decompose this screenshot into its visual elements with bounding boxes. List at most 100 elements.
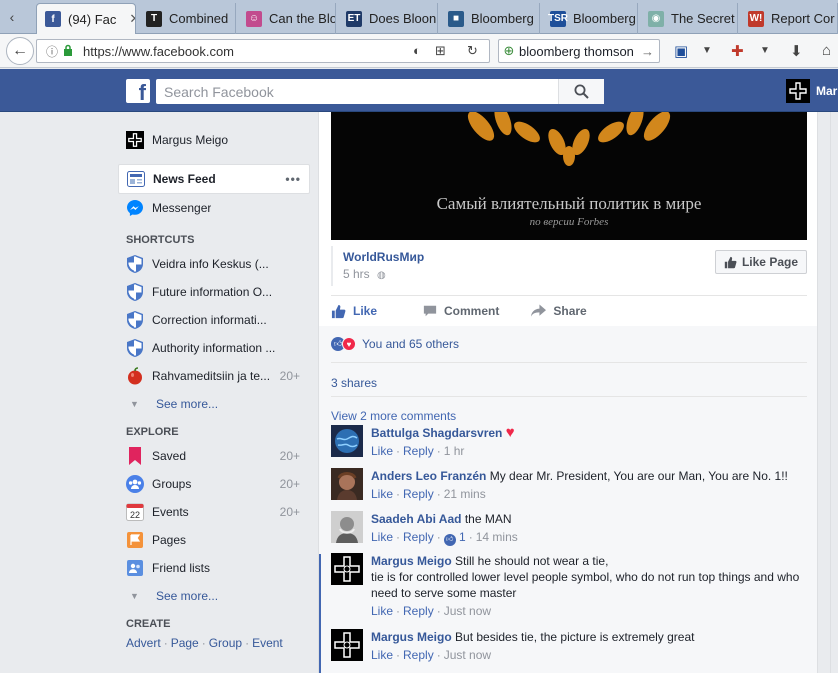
sidebar-item-shortcut[interactable]: Future information O... — [118, 278, 310, 306]
sidebar-item-groups[interactable]: Groups 20+ — [118, 470, 310, 498]
share-label: Share — [553, 304, 587, 318]
comment-time[interactable]: 1 hr — [444, 444, 465, 458]
see-more-shortcuts[interactable]: ▼ See more... — [118, 390, 310, 418]
sidebar-item-news-feed[interactable]: News Feed ••• — [118, 164, 310, 194]
sidebar-item-shortcut[interactable]: Authority information ... — [118, 334, 310, 362]
browser-tab[interactable]: ◉ The Secret — [640, 3, 738, 34]
sidebar-item-events[interactable]: 22 Events 20+ — [118, 498, 310, 526]
post-image[interactable]: Самый влиятельный политик в мире по верс… — [331, 112, 807, 240]
comment-like-link[interactable]: Like — [371, 604, 393, 618]
comment-like-link[interactable]: Like — [371, 648, 393, 662]
comment-reply-link[interactable]: Reply — [403, 530, 434, 544]
sidebar-item-pages[interactable]: Pages — [118, 526, 310, 554]
shares-count[interactable]: 3 shares — [331, 376, 377, 390]
avatar — [126, 131, 144, 149]
like-page-button[interactable]: Like Page — [714, 250, 807, 274]
browser-tab[interactable]: ■ Bloomberg — [440, 3, 540, 34]
left-sidebar: Margus Meigo News Feed ••• Messenger SHO… — [118, 120, 310, 652]
chevron-down-icon[interactable]: ▼ — [760, 45, 770, 56]
avatar[interactable] — [331, 511, 363, 543]
download-icon[interactable]: ⬇ — [790, 42, 803, 60]
comment-like-count[interactable]: 1 — [459, 530, 466, 544]
create-group-link[interactable]: Group — [209, 636, 242, 650]
divider — [331, 362, 807, 363]
create-event-link[interactable]: Event — [252, 636, 283, 650]
comment-time[interactable]: Just now — [444, 604, 491, 618]
sidebar-item-shortcut[interactable]: Correction informati... — [118, 306, 310, 334]
url-text[interactable]: https://www.facebook.com — [83, 44, 234, 59]
avatar[interactable] — [331, 425, 363, 457]
comment-author[interactable]: Anders Leo Franzén — [371, 469, 486, 483]
comment-author[interactable]: Battulga Shagdarsvren — [371, 426, 502, 440]
browser-search-bar[interactable]: ⊕ bloomberg thomson → — [498, 39, 660, 63]
chevron-down-icon: ▼ — [130, 591, 139, 601]
post-time[interactable]: 5 hrs ◍ — [343, 267, 386, 281]
comment-like-link[interactable]: Like — [371, 487, 393, 501]
sidebar-item-saved[interactable]: Saved 20+ — [118, 442, 310, 470]
profile-name-short: Mar — [816, 84, 838, 98]
comment-reply-link[interactable]: Reply — [403, 648, 434, 662]
comment-reply-link[interactable]: Reply — [403, 487, 434, 501]
sidebar-profile[interactable]: Margus Meigo — [118, 126, 310, 154]
comment-author[interactable]: Margus Meigo — [371, 630, 452, 644]
comment-time[interactable]: 14 mins — [476, 530, 518, 544]
search-button[interactable] — [558, 79, 604, 104]
comment-reply-link[interactable]: Reply — [403, 444, 434, 458]
reload-icon[interactable]: ↻ — [467, 43, 478, 59]
avatar[interactable] — [331, 468, 363, 500]
comment-author[interactable]: Saadeh Abi Aad — [371, 512, 461, 526]
view-more-comments-link[interactable]: View 2 more comments — [331, 409, 456, 423]
facebook-search-input[interactable] — [156, 79, 556, 104]
comment-meta: Like · Reply · Just now — [371, 604, 492, 618]
comment-time[interactable]: Just now — [444, 648, 491, 662]
comment-time[interactable]: 21 mins — [444, 487, 486, 501]
browser-tab[interactable]: f (94) Fac ✕ — [36, 3, 136, 34]
home-icon[interactable]: ⌂ — [822, 42, 831, 59]
profile-link[interactable]: Mar — [786, 79, 837, 103]
shield-icon — [126, 339, 144, 357]
sidebar-item-shortcut[interactable]: Rahvameditsiin ja te... 20+ — [118, 362, 310, 390]
facebook-logo-icon[interactable]: f — [126, 79, 150, 105]
flag-icon — [126, 531, 144, 549]
sidebar-item-messenger[interactable]: Messenger — [118, 194, 310, 222]
reactions-text: You and 65 others — [362, 337, 459, 351]
comment-like-link[interactable]: Like — [371, 530, 393, 544]
close-icon[interactable]: ✕ — [129, 11, 135, 27]
more-options-icon[interactable]: ••• — [285, 172, 301, 186]
source-page-link[interactable]: WorldRusМир — [343, 250, 424, 264]
comment-button[interactable]: Comment — [423, 304, 499, 318]
comment-author[interactable]: Margus Meigo — [371, 554, 452, 568]
save-icon[interactable]: ▣ — [674, 42, 688, 60]
reactions-summary[interactable]: 👍︎ ♥ You and 65 others — [331, 337, 459, 351]
see-more-explore[interactable]: ▼ See more... — [118, 582, 310, 610]
browser-tab[interactable]: T Combined — [138, 3, 236, 34]
search-engine-icon[interactable]: ⊕ — [499, 43, 519, 59]
tracking-icon[interactable]: ◐ — [413, 43, 421, 58]
browser-tab[interactable]: ☺ Can the Blo — [238, 3, 336, 34]
avatar[interactable] — [331, 553, 363, 585]
browser-tab[interactable]: W! Report Cor — [740, 3, 838, 34]
address-bar[interactable]: ⓘ https://www.facebook.com ◐ ⊞ ↻ — [36, 39, 490, 63]
info-icon[interactable]: ⓘ — [43, 43, 61, 60]
sidebar-item-shortcut[interactable]: Veidra info Keskus (... — [118, 250, 310, 278]
like-button[interactable]: Like — [331, 304, 377, 319]
comment-like-link[interactable]: Like — [371, 444, 393, 458]
first-aid-icon[interactable]: ✚ — [731, 42, 744, 60]
comment-body: Battulga Shagdarsvren ♥ Like · Reply · 1 hr — [371, 425, 801, 459]
search-value[interactable]: bloomberg thomson — [519, 44, 634, 59]
create-advert-link[interactable]: Advert — [126, 636, 161, 650]
browser-tab[interactable]: ET Does Bloon — [338, 3, 438, 34]
search-go-icon[interactable]: → — [641, 44, 654, 59]
tab-scroll-left-icon[interactable]: ‹ — [0, 3, 24, 31]
create-page-link[interactable]: Page — [171, 636, 199, 650]
comment-reply-link[interactable]: Reply — [403, 604, 434, 618]
sidebar-item-friend-lists[interactable]: Friend lists — [118, 554, 310, 582]
share-button[interactable]: Share — [531, 304, 587, 318]
reader-view-icon[interactable]: ⊞ — [435, 43, 446, 59]
avatar[interactable] — [331, 629, 363, 661]
browser-tab[interactable]: TSR Bloomberg — [542, 3, 638, 34]
chevron-down-icon[interactable]: ▼ — [702, 45, 712, 56]
comment-body: Margus Meigo But besides tie, the pictur… — [371, 629, 801, 663]
comment-meta: Like · Reply · 👍︎ 1 · 14 mins — [371, 530, 518, 546]
back-button[interactable]: ← — [6, 37, 34, 65]
